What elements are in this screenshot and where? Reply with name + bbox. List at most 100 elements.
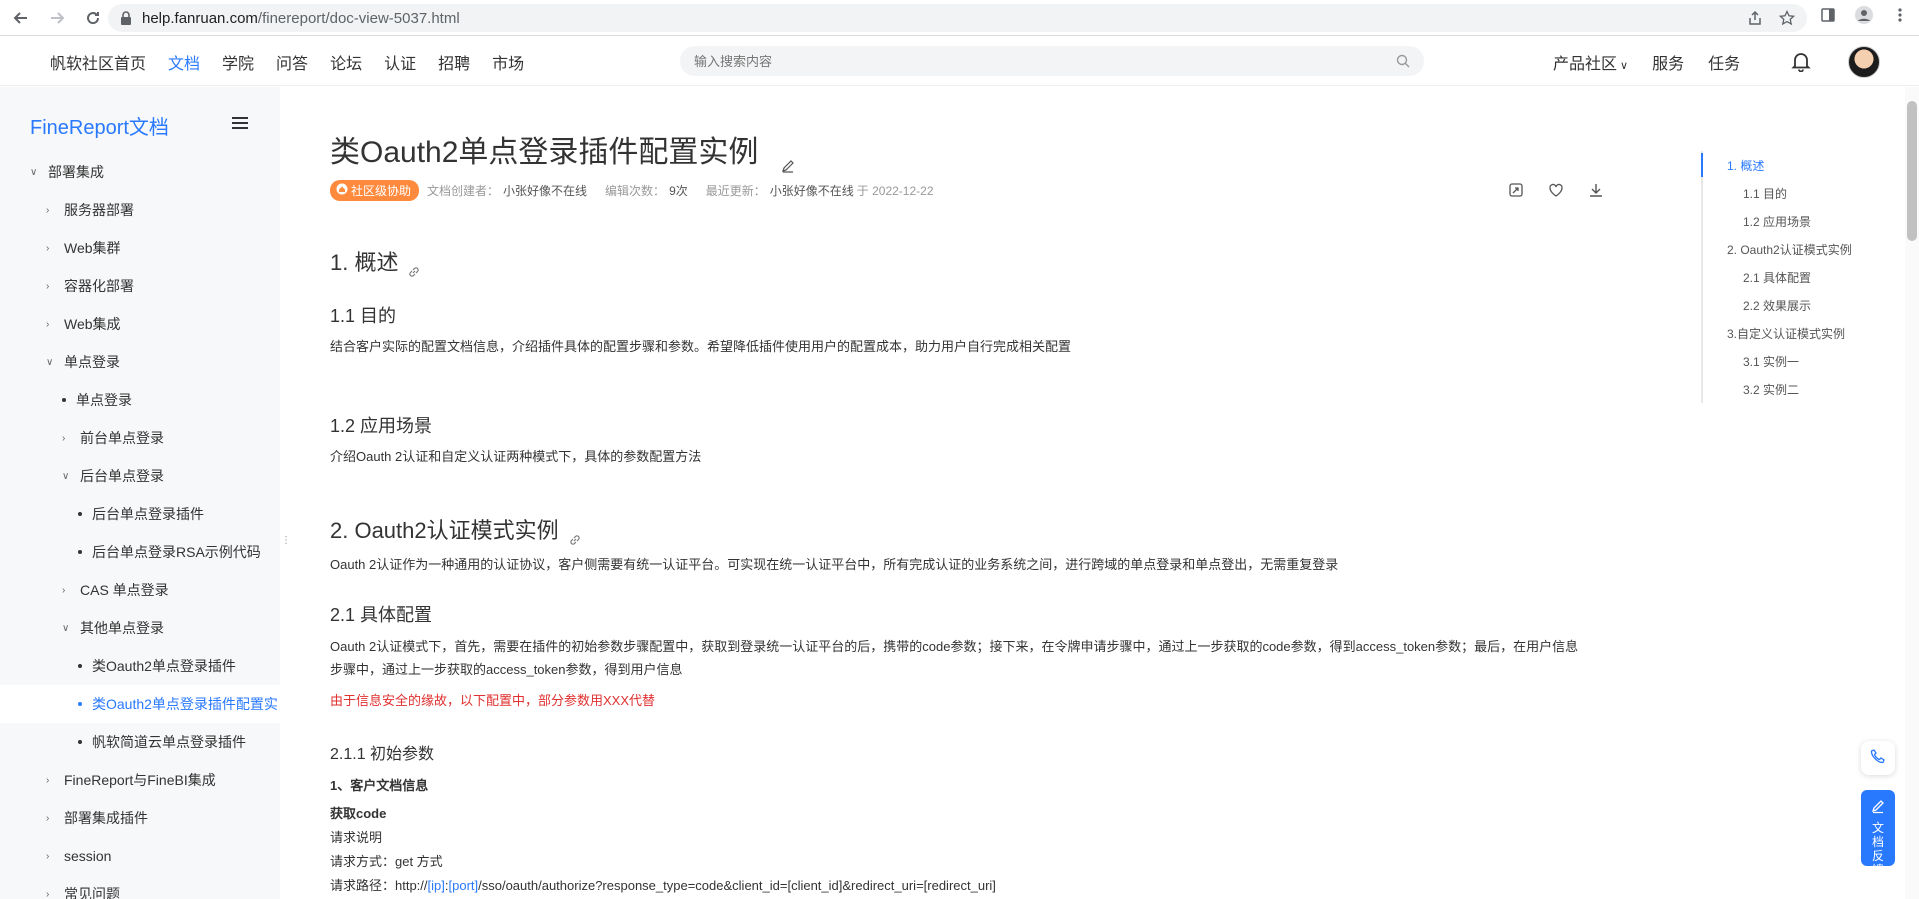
toc-item[interactable]: 3.自定义认证模式实例 <box>1703 319 1901 347</box>
toc-item[interactable]: 3.1 实例一 <box>1703 347 1901 375</box>
chevron-down-icon[interactable]: ∨ <box>30 167 42 178</box>
toc-item[interactable]: 1.2 应用场景 <box>1703 207 1901 235</box>
sidebar-item[interactable]: › FineReport与FineBI集成 <box>0 761 280 799</box>
toc-item[interactable]: 2.2 效果展示 <box>1703 291 1901 319</box>
creator-name[interactable]: 小张好像不在线 <box>503 182 587 199</box>
copy-doc-icon[interactable] <box>1507 181 1525 199</box>
nav-jobs[interactable]: 招聘 <box>438 50 470 74</box>
sidebar-item[interactable]: 后台单点登录RSA示例代码 <box>0 533 280 571</box>
nav-service[interactable]: 服务 <box>1652 50 1684 74</box>
chevron-right-icon[interactable]: › <box>46 813 58 824</box>
toc-item[interactable]: 2.1 具体配置 <box>1703 263 1901 291</box>
toc-item[interactable]: 1. 概述 <box>1703 151 1901 179</box>
sidebar-item[interactable]: › session <box>0 837 280 875</box>
phone-contact-button[interactable] <box>1861 741 1895 775</box>
hamburger-menu-icon[interactable] <box>232 117 248 131</box>
sidebar-item-label: 单点登录 <box>64 354 120 370</box>
url-domain: help.fanruan.com <box>142 9 258 27</box>
sidebar-item[interactable]: 类Oauth2单点登录插件 <box>0 647 280 685</box>
nav-academy[interactable]: 学院 <box>222 50 254 74</box>
address-bar[interactable]: help.fanruan.com/finereport/doc-view-503… <box>108 4 1807 32</box>
side-panel-icon[interactable] <box>1817 4 1839 26</box>
sidebar-item[interactable]: 单点登录 <box>0 381 280 419</box>
nav-certification[interactable]: 认证 <box>384 50 416 74</box>
sidebar-title[interactable]: FineReport文档 <box>30 111 169 140</box>
sidebar-item[interactable]: › Web集成 <box>0 305 280 343</box>
nav-task[interactable]: 任务 <box>1708 50 1740 74</box>
doc-feedback-button[interactable]: 文档反馈 <box>1861 790 1895 877</box>
updater-name[interactable]: 小张好像不在线 <box>770 182 854 199</box>
bullet-icon <box>78 512 82 516</box>
nav-docs[interactable]: 文档 <box>168 50 200 74</box>
chevron-right-icon[interactable]: › <box>46 281 58 292</box>
reload-icon[interactable] <box>78 3 108 33</box>
community-badge: 社区级协助 <box>330 180 420 201</box>
scrollbar-thumb[interactable] <box>1907 101 1917 241</box>
search-input[interactable] <box>694 53 1396 69</box>
forward-icon[interactable] <box>42 3 72 33</box>
sidebar-item[interactable]: ∨ 后台单点登录 <box>0 457 280 495</box>
chevron-down-icon[interactable]: ∨ <box>46 357 58 368</box>
nav-home[interactable]: 帆软社区首页 <box>50 50 146 74</box>
sidebar-item[interactable]: ∨ 部署集成 <box>0 153 280 191</box>
toc-item[interactable]: 1.1 目的 <box>1703 179 1901 207</box>
sidebar-item[interactable]: › 前台单点登录 <box>0 419 280 457</box>
sidebar-item-label: 类Oauth2单点登录插件 <box>92 658 236 674</box>
site-search[interactable] <box>680 46 1424 76</box>
back-icon[interactable] <box>6 3 36 33</box>
nav-forum[interactable]: 论坛 <box>330 50 362 74</box>
sidebar-item[interactable]: › 服务器部署 <box>0 191 280 229</box>
toc-item[interactable]: 2. Oauth2认证模式实例 <box>1703 235 1901 263</box>
chevron-right-icon[interactable]: › <box>62 433 74 444</box>
sidebar-item[interactable]: 类Oauth2单点登录插件配置实 <box>0 685 280 723</box>
table-of-contents: 1. 概述 1.1 目的 1.2 应用场景 2. Oauth2认证模式实例 2.1 具体… <box>1701 151 1901 403</box>
anchor-link-icon[interactable] <box>569 526 581 545</box>
sidebar-item[interactable]: ∨ 单点登录 <box>0 343 280 381</box>
chevron-down-icon[interactable]: ∨ <box>62 471 74 482</box>
chevron-right-icon[interactable]: › <box>46 205 58 216</box>
sidebar-item[interactable]: › 部署集成插件 <box>0 799 280 837</box>
edit-icon[interactable] <box>781 147 795 173</box>
share-icon[interactable] <box>1747 10 1763 26</box>
chevron-right-icon[interactable]: › <box>46 243 58 254</box>
more-menu-icon[interactable] <box>1889 4 1911 26</box>
sidebar-item[interactable]: › 常见问题 <box>0 875 280 899</box>
sidebar-item-label: 其他单点登录 <box>80 620 164 636</box>
sidebar-item[interactable]: › 容器化部署 <box>0 267 280 305</box>
sidebar-item[interactable]: › CAS 单点登录 <box>0 571 280 609</box>
chevron-right-icon[interactable]: › <box>46 889 58 899</box>
download-icon[interactable] <box>1587 181 1605 199</box>
doc-meta: 社区级协助 文档创建者： 小张好像不在线 编辑次数： 9次 最近更新： 小张好像… <box>330 180 934 201</box>
user-avatar[interactable] <box>1848 46 1880 78</box>
sidebar-item[interactable]: 帆软简道云单点登录插件 <box>0 723 280 761</box>
request-path-suffix: /sso/oauth/authorize?response_type=code&… <box>478 878 996 893</box>
sidebar-item-label: CAS 单点登录 <box>80 582 169 598</box>
chevron-down-icon[interactable]: ∨ <box>62 623 74 634</box>
sidebar-item[interactable]: ∨ 其他单点登录 <box>0 609 280 647</box>
sidebar-resize-handle[interactable]: ⋮ <box>281 536 291 558</box>
favorite-heart-icon[interactable] <box>1547 181 1565 199</box>
product-community-dropdown[interactable]: 产品社区 ∨ <box>1553 50 1628 74</box>
search-icon[interactable] <box>1396 54 1410 68</box>
sidebar-item[interactable]: 后台单点登录插件 <box>0 495 280 533</box>
nav-qa[interactable]: 问答 <box>276 50 308 74</box>
toc-item[interactable]: 3.2 实例二 <box>1703 375 1901 403</box>
badge-label: 社区级协助 <box>351 184 412 198</box>
sidebar-item-label: Web集成 <box>64 316 121 332</box>
updated-date: 于 2022-12-22 <box>856 184 934 198</box>
page-scrollbar[interactable] <box>1905 87 1919 899</box>
bookmark-star-icon[interactable] <box>1778 9 1796 26</box>
section-2-1-1-heading: 2.1.1 初始参数 <box>330 746 435 763</box>
profile-icon[interactable] <box>1853 4 1875 26</box>
bullet-icon <box>78 664 82 668</box>
anchor-link-icon[interactable] <box>408 258 420 277</box>
toc-active-indicator <box>1701 153 1703 177</box>
chevron-right-icon[interactable]: › <box>46 775 58 786</box>
sidebar-item[interactable]: › Web集群 <box>0 229 280 267</box>
nav-market[interactable]: 市场 <box>492 50 524 74</box>
chevron-right-icon[interactable]: › <box>46 851 58 862</box>
chevron-right-icon[interactable]: › <box>62 585 74 596</box>
doc-actions <box>1507 181 1605 199</box>
notification-bell-icon[interactable] <box>1790 50 1812 73</box>
chevron-right-icon[interactable]: › <box>46 319 58 330</box>
